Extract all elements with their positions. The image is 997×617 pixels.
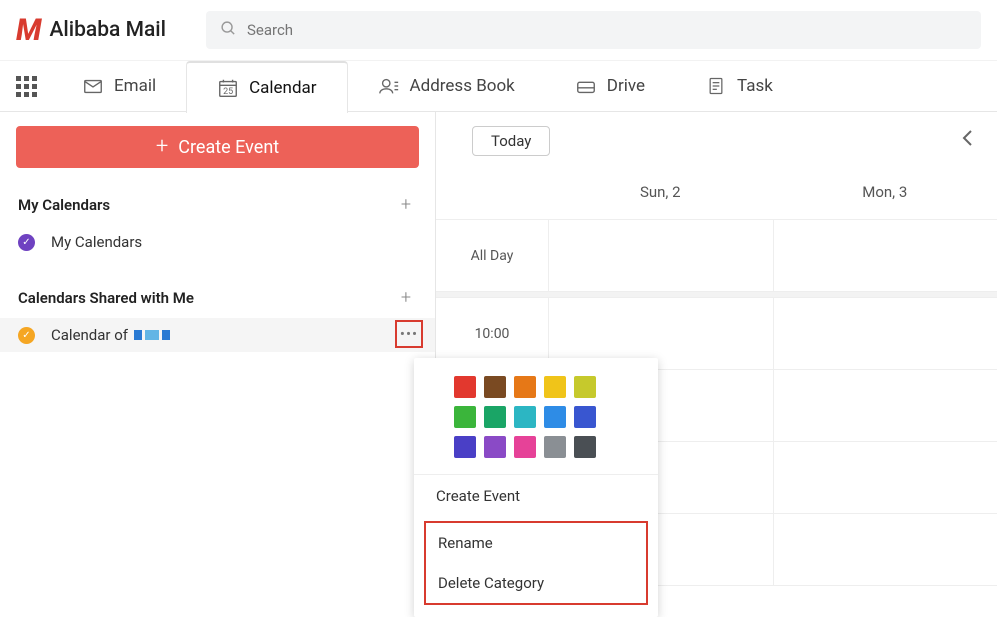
day-header-sun: Sun, 2 (548, 175, 773, 219)
menu-item-rename[interactable]: Rename (426, 523, 646, 563)
calendar-cell[interactable] (548, 220, 773, 291)
menu-item-delete-category[interactable]: Delete Category (426, 563, 646, 603)
contacts-icon (378, 75, 400, 97)
tab-label: Calendar (249, 78, 316, 98)
search-field[interactable] (206, 11, 981, 49)
search-icon (220, 20, 237, 41)
create-event-button[interactable]: + Create Event (16, 126, 419, 168)
tab-calendar[interactable]: 25 Calendar (186, 61, 347, 113)
highlighted-menu-region: Rename Delete Category (424, 521, 648, 605)
tab-task[interactable]: Task (675, 60, 803, 112)
calendar-color-picker (414, 358, 658, 474)
color-swatch[interactable] (484, 406, 506, 428)
calendar-day-headers: Sun, 2 Mon, 3 (436, 175, 997, 220)
calendar-cell[interactable] (773, 298, 997, 369)
chevron-left-icon (961, 129, 973, 147)
redacted-owner-name (134, 330, 170, 340)
app-logo: M Alibaba Mail (16, 13, 166, 48)
main-nav: Email 25 Calendar Address Book Drive Tas… (0, 60, 997, 112)
my-calendars-section-header: My Calendars + (0, 184, 435, 225)
color-swatch[interactable] (574, 376, 596, 398)
time-label-allday: All Day (436, 220, 548, 291)
calendar-cell[interactable] (773, 370, 997, 441)
color-swatch[interactable] (514, 436, 536, 458)
tab-label: Drive (607, 76, 645, 96)
tab-label: Email (114, 76, 156, 96)
calendar-item-shared[interactable]: ✓ Calendar of ••• (0, 318, 435, 352)
calendar-item-label: Calendar of (51, 326, 417, 344)
color-swatch[interactable] (514, 376, 536, 398)
calendar-item-context-menu: Create Event Rename Delete Category (414, 358, 658, 617)
calendar-sidebar: + Create Event My Calendars + ✓ My Calen… (0, 112, 436, 603)
color-swatch[interactable] (574, 406, 596, 428)
shared-item-prefix: Calendar of (51, 326, 132, 344)
tab-label: Address Book (410, 76, 515, 96)
calendar-item-label: My Calendars (51, 233, 417, 251)
section-title: Calendars Shared with Me (18, 289, 194, 307)
task-icon (705, 75, 727, 97)
prev-period-button[interactable] (953, 124, 981, 157)
menu-item-create-event[interactable]: Create Event (414, 475, 658, 517)
color-swatch[interactable] (514, 406, 536, 428)
color-swatch[interactable] (484, 376, 506, 398)
apps-grid-icon (16, 76, 37, 97)
calendar-icon-day: 25 (223, 87, 233, 97)
add-shared-calendar-button[interactable]: + (395, 287, 417, 308)
color-swatch[interactable] (454, 376, 476, 398)
tab-email[interactable]: Email (52, 60, 186, 112)
today-button[interactable]: Today (472, 126, 550, 156)
tab-label: Task (737, 76, 773, 96)
plus-icon: + (156, 136, 168, 158)
tab-address-book[interactable]: Address Book (348, 60, 545, 112)
add-my-calendar-button[interactable]: + (395, 194, 417, 215)
calendar-color-check-icon: ✓ (18, 234, 35, 251)
apps-grid-button[interactable] (0, 76, 52, 97)
color-swatch[interactable] (544, 436, 566, 458)
color-swatch[interactable] (454, 436, 476, 458)
create-event-label: Create Event (178, 137, 279, 158)
color-swatch[interactable] (544, 376, 566, 398)
drive-icon (575, 75, 597, 97)
color-swatch[interactable] (484, 436, 506, 458)
shared-calendars-section-header: Calendars Shared with Me + (0, 277, 435, 318)
tab-drive[interactable]: Drive (545, 60, 675, 112)
calendar-cell[interactable] (773, 442, 997, 513)
envelope-icon (82, 75, 104, 97)
calendar-item-more-button[interactable]: ••• (395, 320, 423, 348)
calendar-cell[interactable] (773, 220, 997, 291)
color-swatch[interactable] (454, 406, 476, 428)
calendar-icon: 25 (217, 77, 239, 99)
day-header-mon: Mon, 3 (773, 175, 997, 219)
more-horizontal-icon: ••• (400, 327, 418, 342)
calendar-item-my-calendars[interactable]: ✓ My Calendars (0, 225, 435, 259)
logo-mark-icon: M (16, 13, 40, 48)
search-input[interactable] (247, 21, 967, 39)
calendar-color-check-icon: ✓ (18, 327, 35, 344)
calendar-allday-row: All Day (436, 220, 997, 292)
section-title: My Calendars (18, 196, 110, 214)
color-swatch[interactable] (574, 436, 596, 458)
app-name: Alibaba Mail (50, 18, 166, 42)
color-swatch[interactable] (544, 406, 566, 428)
calendar-cell[interactable] (773, 514, 997, 585)
